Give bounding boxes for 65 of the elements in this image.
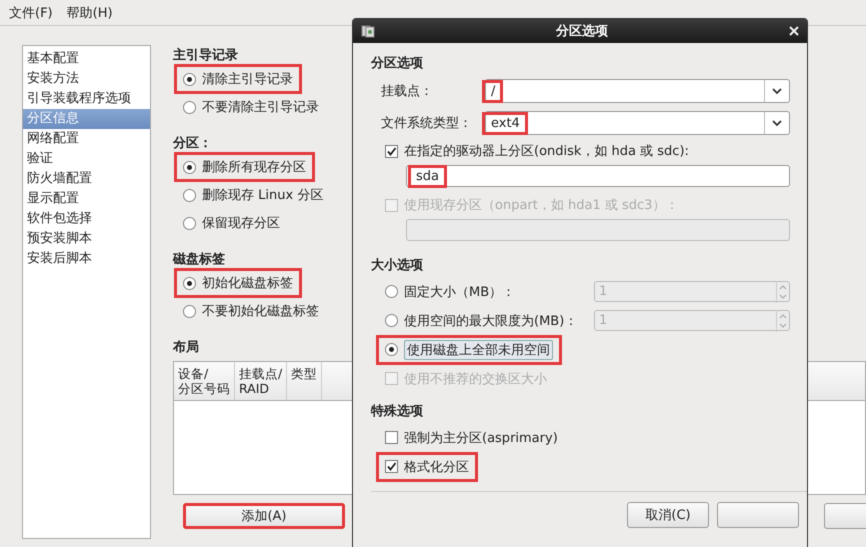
- input-field[interactable]: sda: [406, 165, 790, 187]
- dropdown-icon: [772, 88, 782, 94]
- checkbox-label: 强制为主分区(asprimary): [404, 430, 558, 446]
- option-label: 使用空间的最大限度为(MB)：: [404, 312, 578, 330]
- spin-arrows-icon: [776, 280, 789, 302]
- sidebar-item[interactable]: 安装后脚本: [23, 249, 150, 269]
- option-label: 保留现存分区: [202, 215, 280, 232]
- section-title: 磁盘标签: [173, 251, 225, 269]
- option-label: 初始化磁盘标签: [202, 275, 293, 292]
- dialog-button[interactable]: [717, 502, 799, 528]
- input-field[interactable]: [406, 219, 790, 241]
- field-label: 挂载点：: [381, 83, 434, 100]
- option-label: 使用磁盘上全部未用空间: [404, 340, 553, 360]
- radio-button[interactable]: [183, 72, 196, 86]
- checkbox[interactable]: [385, 431, 398, 444]
- menu-item[interactable]: 文件(F): [9, 4, 53, 22]
- column-header[interactable]: 挂载点/ RAID: [235, 362, 288, 400]
- section-title: 分区：: [173, 135, 212, 153]
- sidebar-item[interactable]: 防火墙配置: [23, 169, 150, 189]
- main-button[interactable]: [824, 503, 866, 529]
- section-title: 特殊选项: [371, 403, 423, 421]
- sidebar-item[interactable]: 安装方法: [23, 69, 150, 89]
- close-icon[interactable]: [789, 26, 799, 36]
- radio-button[interactable]: [183, 304, 196, 318]
- field-label: 文件系统类型：: [381, 115, 473, 132]
- sidebar-item[interactable]: 引导装载程序选项: [23, 89, 150, 109]
- app-icon: [361, 24, 375, 38]
- checkbox-label: 使用现存分区（onpart，如 hda1 或 sdc3）：: [404, 197, 678, 214]
- combo-box[interactable]: /: [485, 79, 790, 103]
- add-button[interactable]: 添加(A): [183, 503, 345, 529]
- option-label: 删除所有现存分区: [202, 159, 306, 176]
- option-label: 清除主引导记录: [202, 71, 293, 88]
- sidebar-item[interactable]: 预安装脚本: [23, 229, 150, 249]
- option-label: 不要初始化磁盘标签: [202, 303, 319, 320]
- option-label: 不要清除主引导记录: [202, 99, 319, 116]
- checkbox-label: 在指定的驱动器上分区(ondisk，如 hda 或 sdc):: [404, 143, 689, 160]
- sidebar-item[interactable]: 验证: [23, 149, 150, 169]
- sidebar-item[interactable]: 网络配置: [23, 129, 150, 149]
- sidebar-item[interactable]: 显示配置: [23, 189, 150, 209]
- checkbox-label: 使用不推荐的交换区大小: [404, 370, 547, 388]
- spin-arrows-icon: [776, 310, 789, 332]
- section-title: 大小选项: [371, 257, 423, 275]
- menu-item[interactable]: 帮助(H): [66, 4, 113, 22]
- section-title: 布局: [173, 339, 199, 357]
- checkbox-label: 格式化分区: [404, 458, 469, 476]
- column-header[interactable]: 类型: [287, 362, 322, 400]
- radio-button[interactable]: [183, 100, 196, 114]
- cancel-button[interactable]: 取消(C): [627, 502, 709, 528]
- radio-button[interactable]: [183, 188, 196, 202]
- section-title: 分区选项: [371, 55, 423, 73]
- option-label: 删除现存 Linux 分区: [202, 187, 324, 204]
- checkbox[interactable]: [385, 460, 398, 473]
- radio-button[interactable]: [385, 343, 398, 356]
- radio-button[interactable]: [183, 160, 196, 174]
- sidebar-item[interactable]: 软件包选择: [23, 209, 150, 229]
- sidebar-item[interactable]: 基本配置: [23, 49, 150, 69]
- option-label: 固定大小（MB）：: [404, 284, 516, 300]
- radio-button[interactable]: [183, 276, 196, 290]
- checkbox[interactable]: [385, 144, 398, 158]
- column-header[interactable]: 设备/ 分区号码: [174, 362, 235, 400]
- dropdown-icon: [772, 120, 782, 126]
- radio-button[interactable]: [183, 216, 196, 230]
- dialog-title: 分区选项: [554, 23, 609, 40]
- combo-box[interactable]: ext4: [485, 111, 790, 135]
- section-title: 主引导记录: [173, 46, 238, 65]
